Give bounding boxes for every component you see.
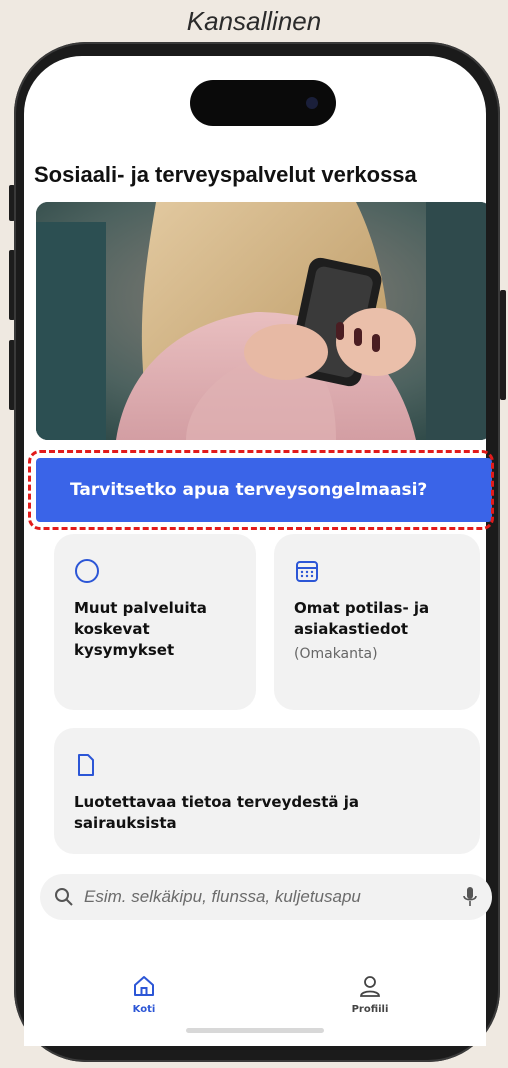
tab-profile[interactable]: Profiili xyxy=(330,974,410,1015)
calendar-icon xyxy=(296,561,318,582)
page-title: Sosiaali- ja terveyspalvelut verkossa xyxy=(34,162,417,187)
dynamic-island xyxy=(190,80,336,126)
patient-data-label: Omat potilas- ja asiakastiedot xyxy=(294,599,430,638)
help-banner-label: Tarvitsetko apua terveysongelmaasi? xyxy=(70,480,428,500)
hero-illustration xyxy=(36,202,486,440)
power-button xyxy=(500,290,506,400)
search-input[interactable] xyxy=(82,886,462,908)
hero-image xyxy=(36,202,486,440)
health-info-label: Luotettavaa tietoa terveydestä ja sairau… xyxy=(74,793,359,832)
circle-icon xyxy=(75,559,99,583)
patient-data-card[interactable]: Omat potilas- ja asiakastiedot (Omakanta… xyxy=(274,534,480,710)
tab-home-label: Koti xyxy=(132,1004,156,1015)
help-banner-button[interactable]: Tarvitsetko apua terveysongelmaasi? xyxy=(36,458,492,522)
other-services-card[interactable]: Muut palveluita koskevat kysymykset xyxy=(54,534,256,710)
document-icon xyxy=(78,754,94,776)
microphone-icon[interactable] xyxy=(462,886,478,908)
search-icon xyxy=(55,888,73,906)
patient-data-sublabel: (Omakanta) xyxy=(294,646,378,662)
user-icon xyxy=(360,976,380,997)
other-services-label: Muut palveluita koskevat kysymykset xyxy=(74,599,207,659)
tab-bar: Koti Profiili xyxy=(24,968,486,1046)
tab-profile-label: Profiili xyxy=(351,1004,389,1015)
page-caption: Kansallinen xyxy=(186,6,322,36)
home-icon xyxy=(134,976,154,996)
search-bar[interactable] xyxy=(40,874,492,920)
health-info-card[interactable]: Luotettavaa tietoa terveydestä ja sairau… xyxy=(54,728,480,854)
camera-icon xyxy=(306,97,318,109)
tab-home[interactable]: Koti xyxy=(104,974,184,1015)
